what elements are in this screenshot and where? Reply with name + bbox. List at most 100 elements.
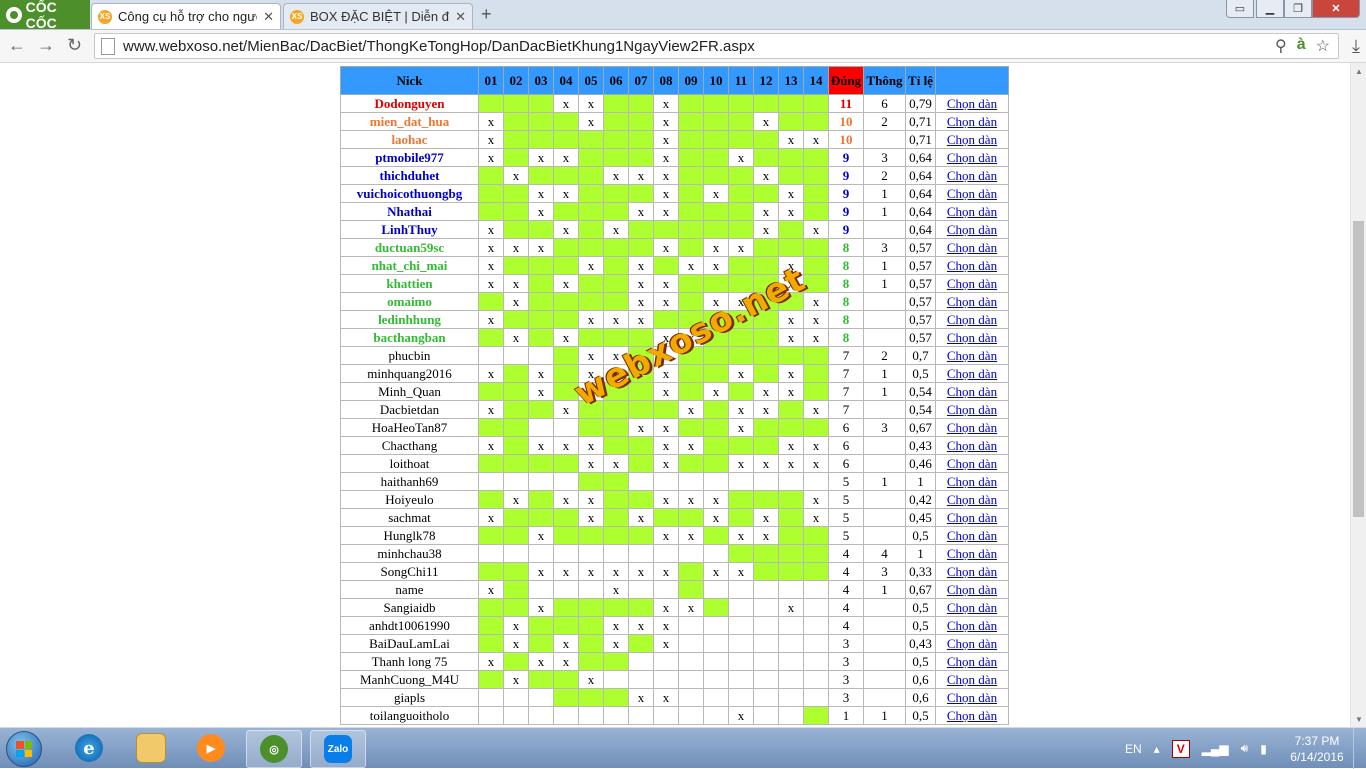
start-button[interactable] bbox=[6, 731, 42, 767]
taskbar-media-player[interactable]: ▶ bbox=[184, 730, 238, 766]
chon-dan-link[interactable]: Chọn dàn bbox=[947, 294, 997, 309]
coccoc-typing-icon[interactable]: à bbox=[1297, 36, 1306, 56]
chon-dan-link[interactable]: Chọn dàn bbox=[947, 348, 997, 363]
chon-dan-link[interactable]: Chọn dàn bbox=[947, 132, 997, 147]
chon-dan-link[interactable]: Chọn dàn bbox=[947, 690, 997, 705]
scroll-up-icon[interactable]: ▲ bbox=[1351, 63, 1366, 79]
antivirus-icon[interactable]: V bbox=[1171, 739, 1190, 758]
clock[interactable]: 7:37 PM 6/14/2016 bbox=[1282, 733, 1352, 765]
chon-dan-link[interactable]: Chọn dàn bbox=[947, 240, 997, 255]
dung-cell: 7 bbox=[828, 364, 864, 383]
reload-icon[interactable]: ↻ bbox=[67, 35, 82, 56]
forward-icon[interactable]: → bbox=[37, 35, 55, 56]
day-cell bbox=[553, 130, 579, 149]
day-cell bbox=[703, 220, 729, 239]
day-cell: x bbox=[478, 238, 504, 257]
chon-dan-link[interactable]: Chọn dàn bbox=[947, 456, 997, 471]
day-cell bbox=[653, 670, 679, 689]
address-bar[interactable]: www.webxoso.net/MienBac/DacBiet/ThongKeT… bbox=[94, 33, 1339, 59]
action-cell: Chọn dàn bbox=[935, 220, 1009, 239]
day-cell bbox=[803, 544, 829, 563]
chon-dan-link[interactable]: Chọn dàn bbox=[947, 474, 997, 489]
tab-box-dac-biet[interactable]: XS BOX ĐẶC BIỆT | Diễn đàn ✕ bbox=[283, 3, 473, 29]
chon-dan-link[interactable]: Chọn dàn bbox=[947, 546, 997, 561]
day-cell: x bbox=[703, 292, 729, 311]
day-cell bbox=[628, 472, 654, 491]
minimize-button[interactable]: ▁ bbox=[1256, 0, 1284, 18]
chon-dan-link[interactable]: Chọn dàn bbox=[947, 96, 997, 111]
day-cell bbox=[478, 706, 504, 725]
vertical-scrollbar[interactable]: ▲ ▼ bbox=[1350, 63, 1366, 727]
chon-dan-link[interactable]: Chọn dàn bbox=[947, 600, 997, 615]
battery-icon[interactable]: ▮ bbox=[1260, 742, 1267, 756]
chon-dan-link[interactable]: Chọn dàn bbox=[947, 330, 997, 345]
restore-button[interactable]: ❐ bbox=[1284, 0, 1312, 18]
day-cell bbox=[703, 436, 729, 455]
day-cell: x bbox=[728, 562, 754, 581]
back-icon[interactable]: ← bbox=[8, 35, 26, 56]
day-cell: x bbox=[803, 328, 829, 347]
chon-dan-link[interactable]: Chọn dàn bbox=[947, 510, 997, 525]
chon-dan-link[interactable]: Chọn dàn bbox=[947, 258, 997, 273]
day-cell: x bbox=[778, 256, 804, 275]
new-tab-icon[interactable]: + bbox=[481, 4, 492, 25]
scroll-down-icon[interactable]: ▼ bbox=[1351, 711, 1366, 727]
show-desktop-button[interactable] bbox=[1353, 728, 1366, 769]
chon-dan-link[interactable]: Chọn dàn bbox=[947, 708, 997, 723]
chon-dan-link[interactable]: Chọn dàn bbox=[947, 564, 997, 579]
day-cell bbox=[728, 652, 754, 671]
language-indicator[interactable]: EN bbox=[1125, 742, 1142, 756]
chon-dan-link[interactable]: Chọn dàn bbox=[947, 384, 997, 399]
day-cell bbox=[578, 202, 604, 221]
tab-cong-cu[interactable]: XS Công cụ hỗ trợ cho người ✕ bbox=[91, 3, 281, 29]
taskbar-coccoc[interactable]: ◎ bbox=[246, 730, 302, 768]
chon-dan-link[interactable]: Chọn dàn bbox=[947, 636, 997, 651]
taskbar-explorer[interactable] bbox=[124, 730, 178, 766]
close-window-button[interactable]: ✕ bbox=[1312, 0, 1360, 18]
bookmark-star-icon[interactable]: ☆ bbox=[1316, 36, 1330, 56]
tile-cell: 0,64 bbox=[905, 202, 936, 221]
chon-dan-link[interactable]: Chọn dàn bbox=[947, 312, 997, 327]
download-icon[interactable]: ⤓ bbox=[1352, 36, 1360, 57]
profile-icon[interactable]: ▭ bbox=[1226, 0, 1254, 18]
chon-dan-link[interactable]: Chọn dàn bbox=[947, 204, 997, 219]
chon-dan-link[interactable]: Chọn dàn bbox=[947, 366, 997, 381]
chon-dan-link[interactable]: Chọn dàn bbox=[947, 618, 997, 633]
chon-dan-link[interactable]: Chọn dàn bbox=[947, 168, 997, 183]
taskbar-zalo[interactable]: Zalo bbox=[310, 730, 366, 768]
url-text[interactable]: www.webxoso.net/MienBac/DacBiet/ThongKeT… bbox=[123, 38, 755, 55]
chon-dan-link[interactable]: Chọn dàn bbox=[947, 186, 997, 201]
day-cell bbox=[603, 400, 629, 419]
show-hidden-icons[interactable]: ▴ bbox=[1154, 742, 1160, 756]
chon-dan-link[interactable]: Chọn dàn bbox=[947, 420, 997, 435]
zoom-icon[interactable]: ⚲ bbox=[1275, 36, 1287, 56]
chon-dan-link[interactable]: Chọn dàn bbox=[947, 582, 997, 597]
chon-dan-link[interactable]: Chọn dàn bbox=[947, 672, 997, 687]
close-tab-icon[interactable]: ✕ bbox=[455, 9, 466, 25]
close-tab-icon[interactable]: ✕ bbox=[263, 9, 274, 25]
day-cell bbox=[528, 166, 554, 185]
chon-dan-link[interactable]: Chọn dàn bbox=[947, 150, 997, 165]
dung-cell: 5 bbox=[828, 508, 864, 527]
chon-dan-link[interactable]: Chọn dàn bbox=[947, 276, 997, 291]
tile-cell: 0,43 bbox=[905, 436, 936, 455]
taskbar-ie[interactable]: e bbox=[62, 730, 116, 766]
chon-dan-link[interactable]: Chọn dàn bbox=[947, 438, 997, 453]
scroll-thumb[interactable] bbox=[1353, 221, 1364, 517]
day-cell: x bbox=[778, 274, 804, 293]
coccoc-logo[interactable]: CỐC CỐC bbox=[0, 0, 90, 31]
day-cell bbox=[503, 184, 529, 203]
chon-dan-link[interactable]: Chọn dàn bbox=[947, 222, 997, 237]
volume-icon[interactable]: 🔊︎ bbox=[1241, 741, 1249, 756]
chon-dan-link[interactable]: Chọn dàn bbox=[947, 528, 997, 543]
chon-dan-link[interactable]: Chọn dàn bbox=[947, 492, 997, 507]
day-cell bbox=[678, 166, 704, 185]
network-signal-icon[interactable]: ▂▄▆ bbox=[1202, 742, 1229, 756]
day-cell: x bbox=[578, 112, 604, 131]
chon-dan-link[interactable]: Chọn dàn bbox=[947, 654, 997, 669]
day-cell bbox=[678, 454, 704, 473]
chon-dan-link[interactable]: Chọn dàn bbox=[947, 402, 997, 417]
day-cell: x bbox=[628, 166, 654, 185]
xs-favicon-icon: XS bbox=[290, 9, 304, 24]
chon-dan-link[interactable]: Chọn dàn bbox=[947, 114, 997, 129]
